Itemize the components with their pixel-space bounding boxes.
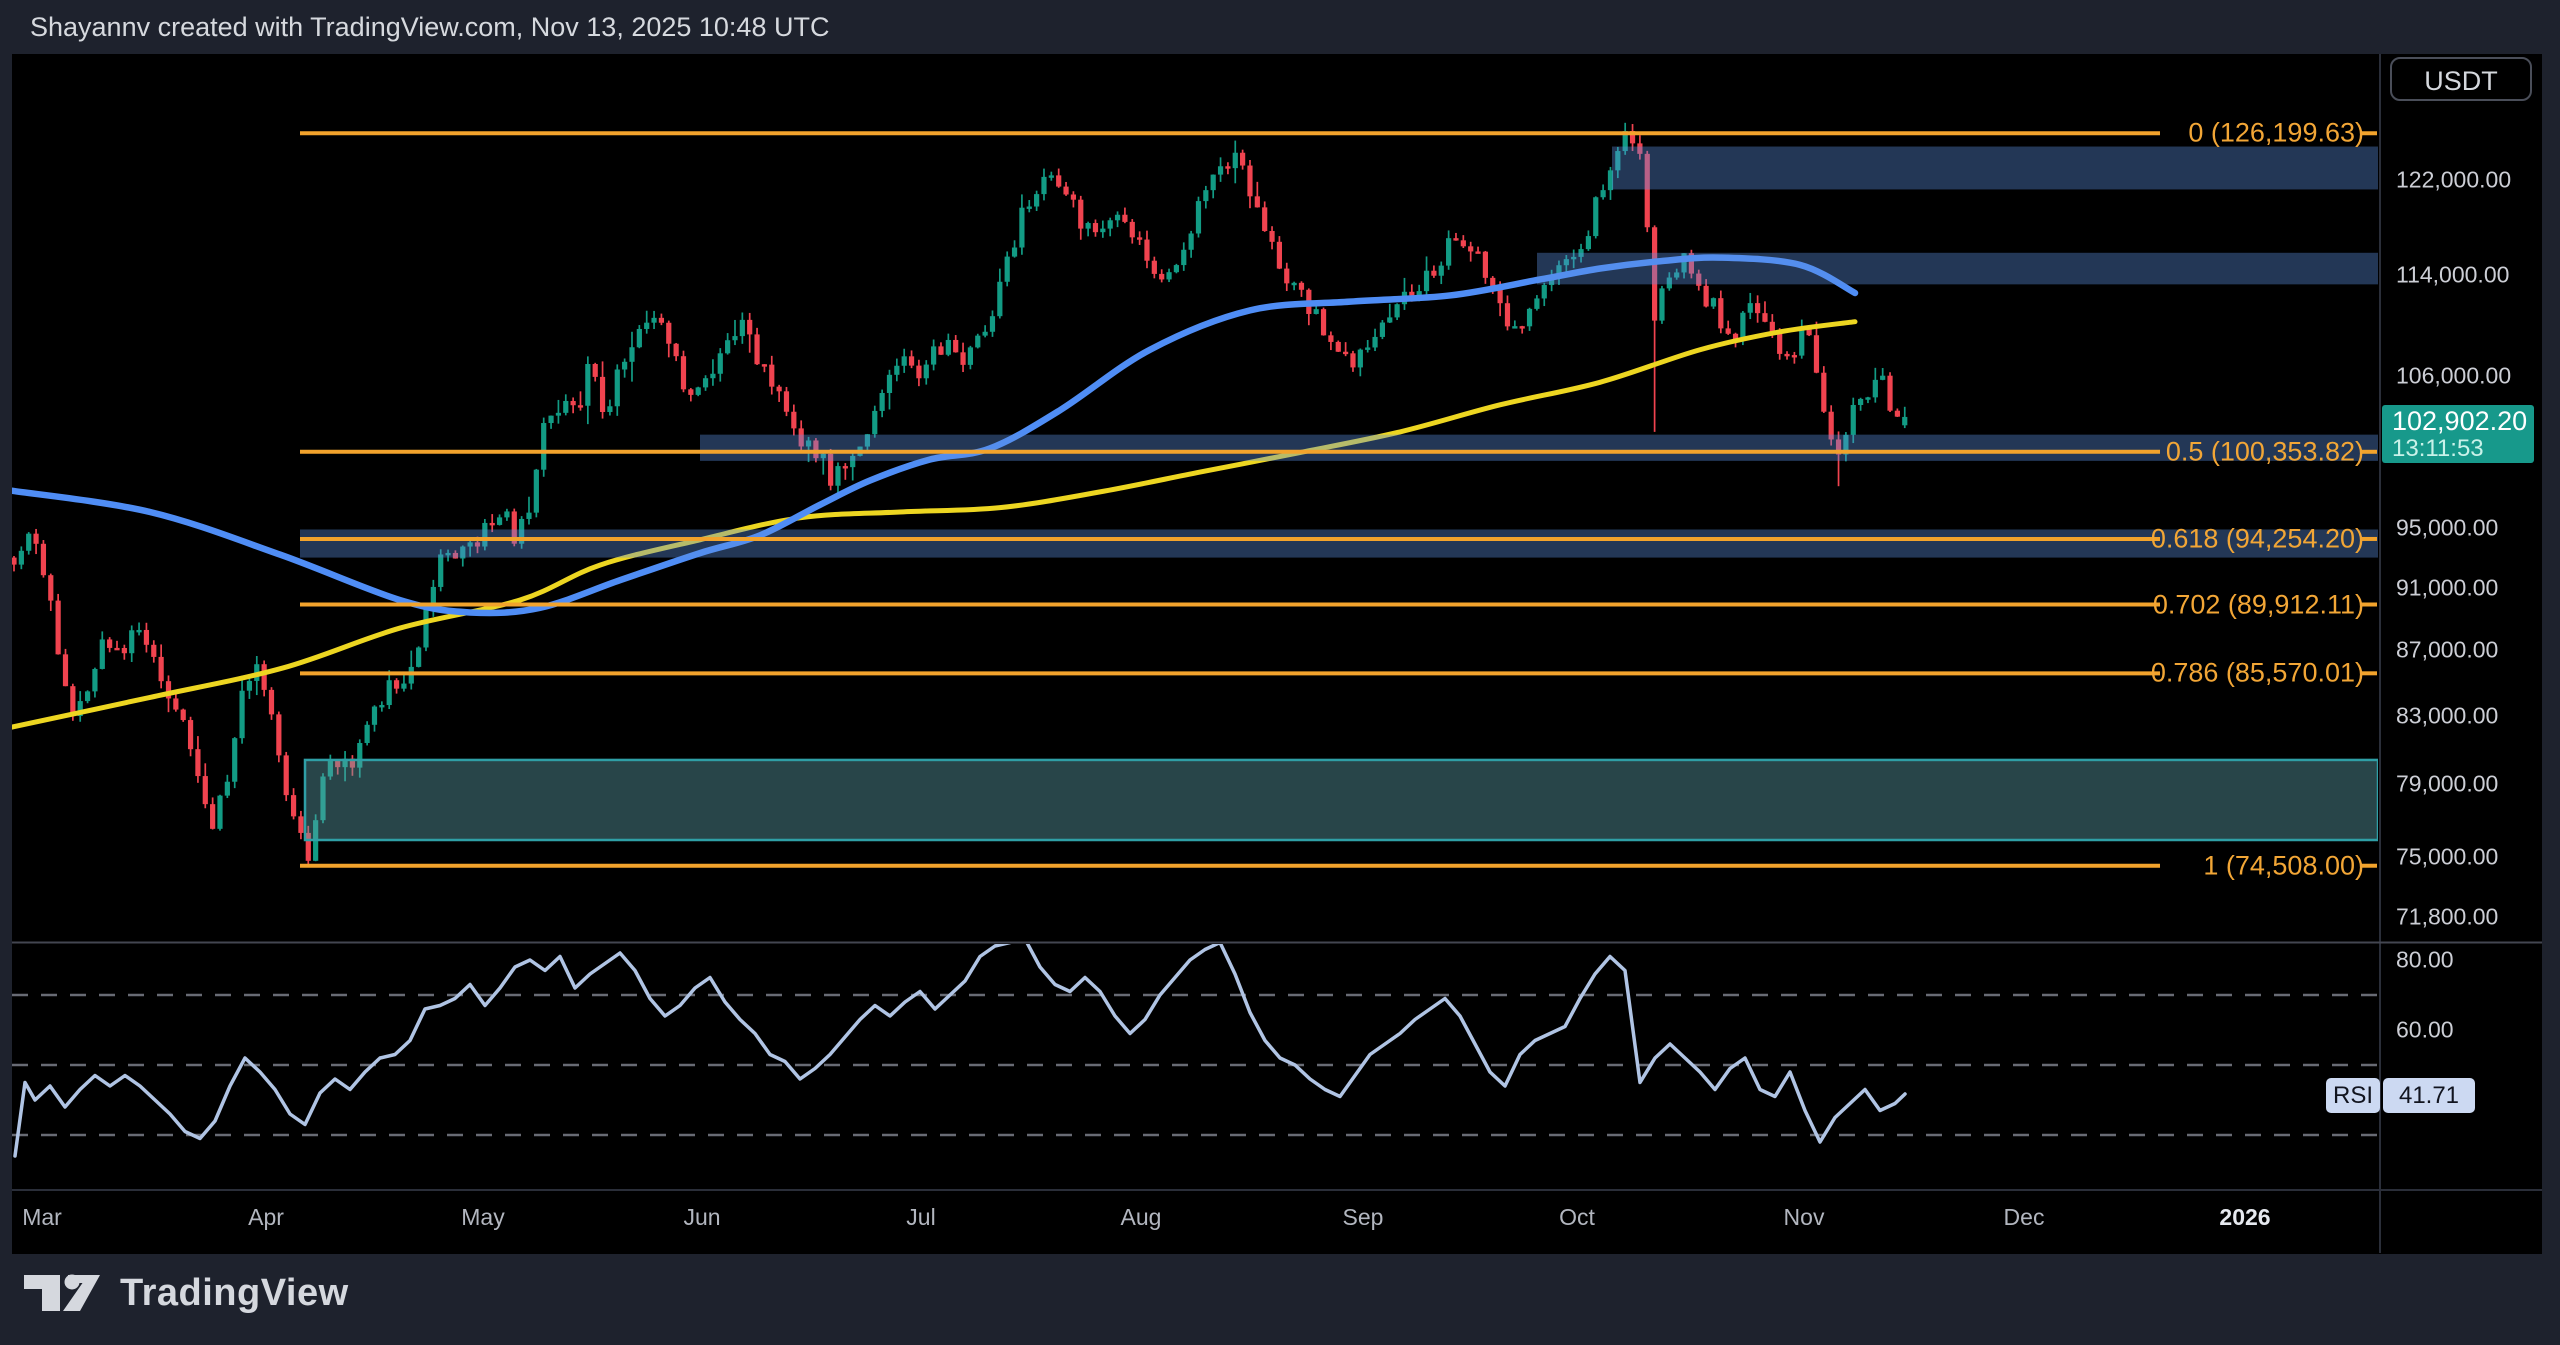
time-axis-label-dec: Dec bbox=[2004, 1204, 2045, 1231]
last-price-value: 102,902.20 bbox=[2392, 407, 2534, 436]
fib-level-label: 0.618 (94,254.20) bbox=[2151, 523, 2364, 554]
fib-level-label: 0.786 (85,570.01) bbox=[2151, 658, 2364, 689]
tradingview-logo-icon bbox=[22, 1267, 102, 1319]
time-axis-label-may: May bbox=[461, 1204, 504, 1231]
fib-level-label: 0.702 (89,912.11) bbox=[2153, 589, 2364, 620]
time-axis-label-mar: Mar bbox=[22, 1204, 62, 1231]
tradingview-logo-text: TradingView bbox=[120, 1272, 349, 1315]
rsi-axis-label: 80.00 bbox=[2396, 947, 2454, 974]
bar-close-countdown: 13:11:53 bbox=[2392, 436, 2534, 461]
time-axis-label-jul: Jul bbox=[906, 1204, 935, 1231]
rsi-value-badge: 41.71 bbox=[2383, 1078, 2475, 1113]
price-axis-label: 95,000.00 bbox=[2396, 515, 2498, 542]
price-axis-label: 114,000.00 bbox=[2396, 261, 2509, 288]
time-axis-label-aug: Aug bbox=[1121, 1204, 1162, 1231]
price-axis-label: 87,000.00 bbox=[2396, 637, 2498, 664]
price-axis-label: 91,000.00 bbox=[2396, 574, 2498, 601]
price-axis-label: 122,000.00 bbox=[2396, 167, 2511, 194]
price-axis-label: 75,000.00 bbox=[2396, 843, 2498, 870]
quote-currency-button[interactable]: USDT bbox=[2390, 57, 2532, 101]
time-axis-label-2026: 2026 bbox=[2219, 1204, 2270, 1231]
rsi-indicator-label[interactable]: RSI bbox=[2326, 1078, 2380, 1113]
label-overlay: 0 (126,199.63) 0.5 (100,353.82) 0.618 (94,… bbox=[0, 0, 2560, 1345]
fib-level-label: 1 (74,508.00) bbox=[2203, 850, 2364, 881]
time-axis-label-sep: Sep bbox=[1343, 1204, 1384, 1231]
time-axis-label-nov: Nov bbox=[1784, 1204, 1825, 1231]
rsi-axis-label: 60.00 bbox=[2396, 1017, 2454, 1044]
fib-level-label: 0 (126,199.63) bbox=[2188, 118, 2364, 149]
fib-level-label: 0.5 (100,353.82) bbox=[2166, 436, 2364, 467]
price-axis-label: 79,000.00 bbox=[2396, 771, 2498, 798]
last-price-badge: 102,902.20 13:11:53 bbox=[2382, 405, 2534, 463]
price-axis-label: 71,800.00 bbox=[2396, 904, 2498, 931]
tradingview-logo[interactable]: TradingView bbox=[22, 1263, 349, 1323]
time-axis-label-jun: Jun bbox=[683, 1204, 720, 1231]
price-axis-label: 106,000.00 bbox=[2396, 362, 2511, 389]
tradingview-chart-screenshot: Shayannv created with TradingView.com, N… bbox=[0, 0, 2560, 1345]
time-axis-label-apr: Apr bbox=[248, 1204, 284, 1231]
time-axis-label-oct: Oct bbox=[1559, 1204, 1595, 1231]
price-axis-label: 83,000.00 bbox=[2396, 702, 2498, 729]
